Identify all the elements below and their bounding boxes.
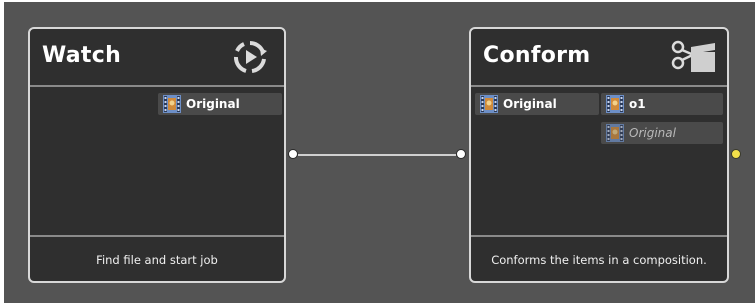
- scissors-clapper-icon: [671, 40, 715, 72]
- output-o1[interactable]: o1: [601, 93, 723, 115]
- footer-divider: [30, 235, 284, 237]
- node-header: Watch: [30, 29, 284, 85]
- refresh-play-icon: [234, 41, 267, 73]
- input-label: Original: [503, 97, 557, 111]
- output-label: Original: [186, 97, 240, 111]
- canvas-top-border: [0, 0, 755, 2]
- conform-node[interactable]: Conform Original o1 Original Conforms th…: [469, 27, 729, 283]
- conform-input-port[interactable]: [456, 149, 466, 159]
- output-label: o1: [629, 97, 646, 111]
- header-divider: [30, 85, 284, 87]
- node-title: Watch: [42, 43, 122, 68]
- media-clip-icon: [606, 124, 624, 142]
- media-clip-icon: [163, 95, 181, 113]
- node-description: Conforms the items in a composition.: [491, 253, 707, 267]
- output-original-ghost[interactable]: Original: [601, 122, 723, 144]
- node-header: Conform: [471, 29, 727, 85]
- input-original[interactable]: Original: [475, 93, 599, 115]
- media-clip-icon: [606, 95, 624, 113]
- node-title: Conform: [483, 43, 591, 68]
- media-clip-icon: [480, 95, 498, 113]
- node-description: Find file and start job: [96, 253, 218, 267]
- watch-output-port[interactable]: [288, 149, 298, 159]
- conform-output-port[interactable]: [731, 149, 741, 159]
- canvas-bottom-border: [0, 303, 755, 308]
- watch-node[interactable]: Watch Original Find file and start job: [28, 27, 286, 283]
- connection-line[interactable]: [298, 154, 456, 156]
- footer-divider: [471, 235, 727, 237]
- header-divider: [471, 85, 727, 87]
- output-original[interactable]: Original: [158, 93, 282, 115]
- canvas-left-border: [0, 0, 4, 308]
- output-label: Original: [629, 126, 676, 140]
